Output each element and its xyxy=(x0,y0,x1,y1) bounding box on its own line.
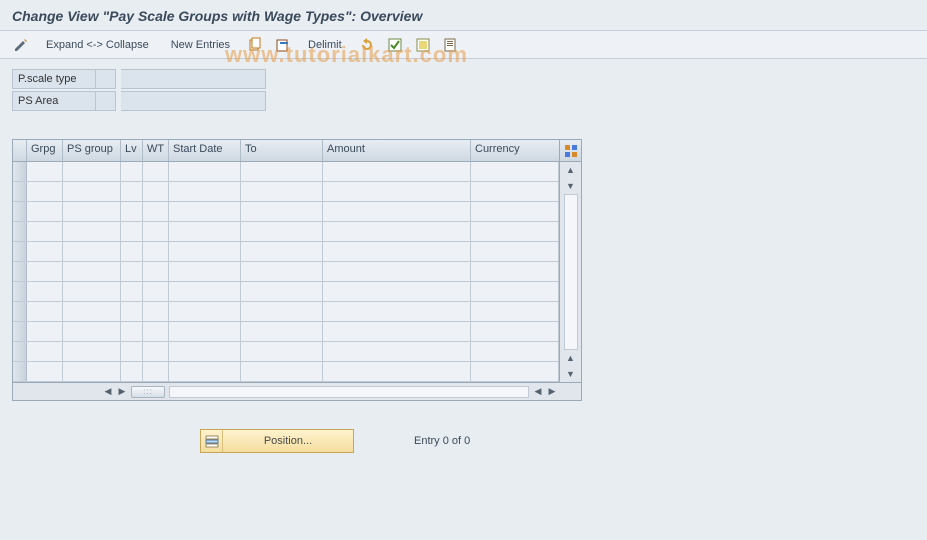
undo-icon[interactable] xyxy=(356,35,378,55)
print-icon[interactable] xyxy=(440,35,462,55)
pscale-type-code xyxy=(96,69,116,89)
table-row[interactable] xyxy=(13,282,559,302)
col-ps-group[interactable]: PS group xyxy=(63,140,121,161)
expand-collapse-button[interactable]: Expand <-> Collapse xyxy=(38,39,157,51)
footer: Position... Entry 0 of 0 xyxy=(0,429,927,453)
col-lv[interactable]: Lv xyxy=(121,140,143,161)
position-icon xyxy=(201,430,223,452)
copy-icon[interactable] xyxy=(244,35,266,55)
col-grpg[interactable]: Grpg xyxy=(27,140,63,161)
table-config-icon[interactable] xyxy=(559,140,581,161)
table-row[interactable] xyxy=(13,262,559,282)
table-row[interactable] xyxy=(13,322,559,342)
filter-area: P.scale type PS Area xyxy=(0,59,927,119)
row-selector-header[interactable] xyxy=(13,140,27,161)
pscale-type-desc xyxy=(121,69,266,89)
delete-icon[interactable] xyxy=(272,35,294,55)
deselect-all-icon[interactable] xyxy=(412,35,434,55)
horizontal-scrollbar[interactable]: ◀ ▶ ::: ◀ ▶ xyxy=(13,382,581,400)
delimit-button[interactable]: Delimit xyxy=(300,39,350,51)
scrollbar-thumb[interactable]: ::: xyxy=(131,386,165,398)
position-button[interactable]: Position... xyxy=(200,429,354,453)
scroll-left-step-icon[interactable]: ◀ xyxy=(531,385,545,399)
table-row[interactable] xyxy=(13,182,559,202)
scroll-right-step-icon[interactable]: ▶ xyxy=(115,385,129,399)
ps-area-desc xyxy=(121,91,266,111)
select-all-icon[interactable] xyxy=(384,35,406,55)
table-row[interactable] xyxy=(13,362,559,382)
table-row[interactable] xyxy=(13,222,559,242)
toggle-display-change-icon[interactable] xyxy=(10,35,32,55)
table-rows xyxy=(13,162,559,382)
vertical-scrollbar[interactable]: ▲ ▼ ▲ ▼ xyxy=(559,162,581,382)
col-start-date[interactable]: Start Date xyxy=(169,140,241,161)
table-header-row: Grpg PS group Lv WT Start Date To Amount… xyxy=(13,140,581,162)
ps-area-label: PS Area xyxy=(12,91,96,111)
col-currency[interactable]: Currency xyxy=(471,140,559,161)
page-title: Change View "Pay Scale Groups with Wage … xyxy=(0,0,927,31)
col-wt[interactable]: WT xyxy=(143,140,169,161)
data-table: Grpg PS group Lv WT Start Date To Amount… xyxy=(12,139,582,401)
entry-status: Entry 0 of 0 xyxy=(414,435,470,447)
scroll-right-icon[interactable]: ▶ xyxy=(545,385,559,399)
scroll-up-icon[interactable]: ▲ xyxy=(563,162,579,178)
scroll-up-small-icon[interactable]: ▲ xyxy=(563,350,579,366)
table-row[interactable] xyxy=(13,342,559,362)
scroll-down-small-icon[interactable]: ▼ xyxy=(563,178,579,194)
table-row[interactable] xyxy=(13,202,559,222)
col-to[interactable]: To xyxy=(241,140,323,161)
new-entries-button[interactable]: New Entries xyxy=(163,39,238,51)
col-amount[interactable]: Amount xyxy=(323,140,471,161)
application-toolbar: Expand <-> Collapse New Entries Delimit xyxy=(0,31,927,59)
table-row[interactable] xyxy=(13,242,559,262)
table-row[interactable] xyxy=(13,302,559,322)
scroll-down-icon[interactable]: ▼ xyxy=(563,366,579,382)
scroll-left-icon[interactable]: ◀ xyxy=(101,385,115,399)
ps-area-code xyxy=(96,91,116,111)
table-row[interactable] xyxy=(13,162,559,182)
pscale-type-label: P.scale type xyxy=(12,69,96,89)
position-label: Position... xyxy=(223,435,353,447)
